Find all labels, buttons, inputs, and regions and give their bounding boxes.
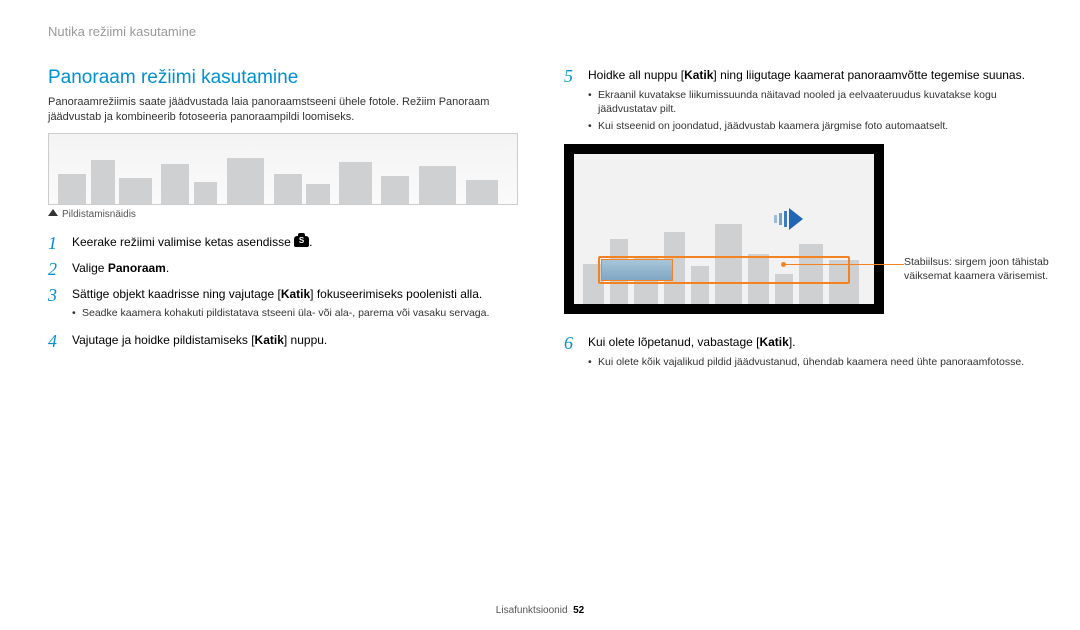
step-item: 4 Vajutage ja hoidke pildistamiseks [Kati… — [48, 332, 516, 350]
direction-arrow-icon — [774, 208, 804, 230]
step-item: 1 Keerake režiimi valimise ketas asendiss… — [48, 234, 516, 252]
step-body: Hoidke all nuppu [Katik] ning liigutage … — [588, 67, 1032, 136]
step-body: Kui olete lõpetanud, vabastage [Katik].K… — [588, 334, 1032, 372]
steps-right-bottom: 6Kui olete lõpetanud, vabastage [Katik].… — [564, 334, 1032, 372]
example-caption: Pildistamisnäidis — [48, 209, 516, 220]
step-body: Sättige objekt kaadrisse ning vajutage [… — [72, 286, 516, 324]
step-item: 5Hoidke all nuppu [Katik] ning liigutage… — [564, 67, 1032, 136]
section-title: Panoraam režiimi kasutamine — [48, 67, 516, 89]
step-sub-item: Ekraanil kuvatakse liikumissuunda näitav… — [588, 88, 1032, 116]
step-sub-item: Kui stseenid on joondatud, jäädvustab ka… — [588, 119, 1032, 133]
step-number: 6 — [564, 334, 580, 372]
step-sub-item: Seadke kaamera kohakuti pildistatava sts… — [72, 306, 516, 320]
panorama-progress-bar — [598, 256, 850, 284]
step-item: 3Sättige objekt kaadrisse ning vajutage … — [48, 286, 516, 324]
step-number: 3 — [48, 286, 64, 324]
panorama-example-image — [48, 133, 518, 205]
step-body: Valige Panoraam. — [72, 260, 516, 278]
camera-display — [564, 144, 884, 314]
page-footer: Lisafunktsioonid 52 — [0, 605, 1080, 616]
callout-leader-line — [784, 264, 904, 265]
running-head: Nutika režiimi kasutamine — [48, 24, 1032, 39]
step-item: 2 Valige Panoraam. — [48, 260, 516, 278]
left-column: Panoraam režiimi kasutamine Panoraamreži… — [48, 67, 516, 380]
steps-right-top: 5Hoidke all nuppu [Katik] ning liigutage… — [564, 67, 1032, 136]
step-item: 6Kui olete lõpetanud, vabastage [Katik].… — [564, 334, 1032, 372]
step-number: 2 — [48, 260, 64, 278]
step-number: 4 — [48, 332, 64, 350]
steps-left: 1 Keerake režiimi valimise ketas asendiss… — [48, 234, 516, 350]
right-column: 5Hoidke all nuppu [Katik] ning liigutage… — [564, 67, 1032, 380]
step-number: 1 — [48, 234, 64, 252]
step-sub-item: Kui olete kõik vajalikud pildid jäädvust… — [588, 355, 1032, 369]
mode-dial-s-icon — [294, 236, 309, 247]
step-number: 5 — [564, 67, 580, 136]
step-body: Keerake režiimi valimise ketas asendisse… — [72, 234, 516, 252]
intro-text: Panoraamrežiimis saate jäädvustada laia … — [48, 95, 516, 125]
triangle-up-icon — [48, 209, 58, 216]
step-body: Vajutage ja hoidke pildistamiseks [Katik… — [72, 332, 516, 350]
stability-callout: Stabiilsus: sirgem joon tähistab väiksem… — [904, 256, 1054, 283]
